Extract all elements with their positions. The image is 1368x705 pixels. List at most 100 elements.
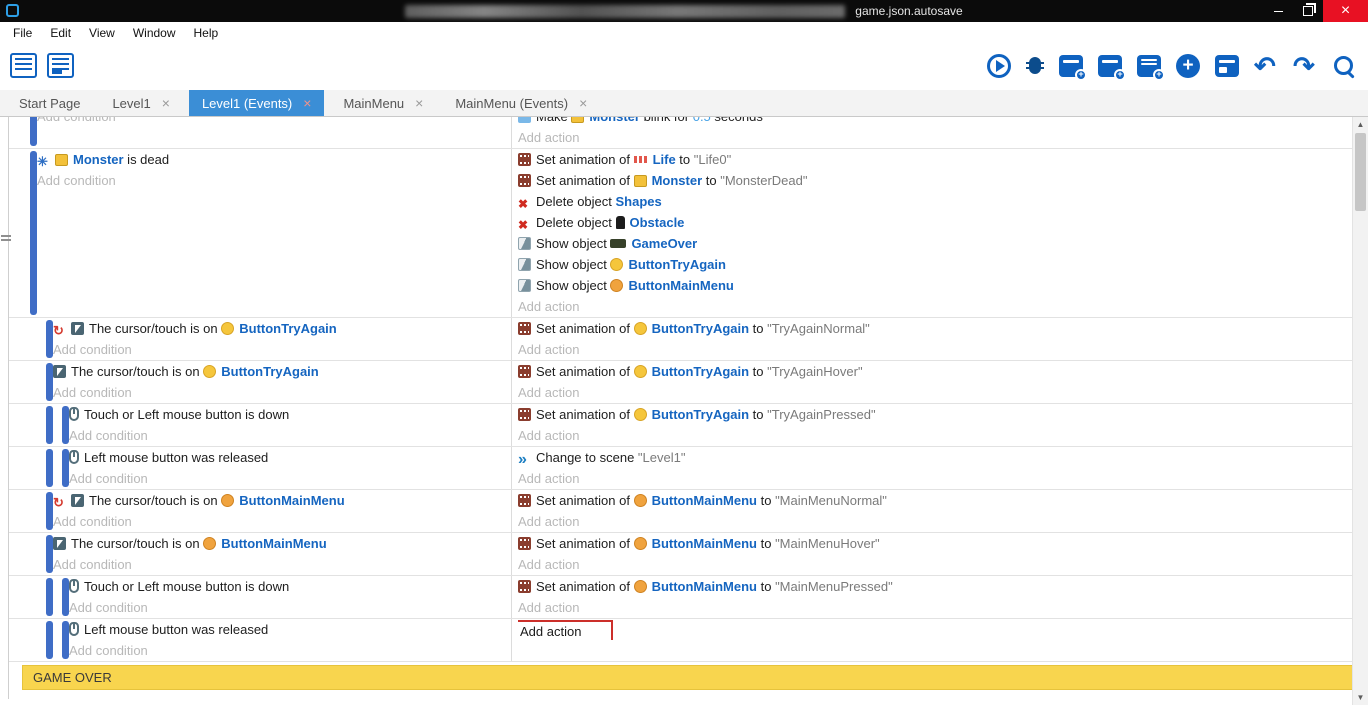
conditions-cell[interactable]: Touch or Left mouse button is down Add co… bbox=[8, 404, 512, 446]
condition[interactable]: The cursor/touch is on ButtonTryAgain bbox=[53, 361, 511, 382]
conditions-cell[interactable]: The cursor/touch is on ButtonTryAgain Add… bbox=[8, 318, 512, 360]
event-row[interactable]: Touch or Left mouse button is downAdd co… bbox=[8, 576, 1352, 619]
add-action-button-highlighted[interactable]: Add action bbox=[518, 620, 613, 640]
event-row[interactable]: Left mouse button was released Add condit… bbox=[8, 619, 1352, 662]
event-row[interactable]: The cursor/touch is on ButtonTryAgain Add… bbox=[8, 361, 1352, 404]
vertical-scrollbar[interactable] bbox=[1352, 117, 1368, 705]
projects-panel-icon[interactable] bbox=[1215, 55, 1239, 77]
actions-cell[interactable]: Set animation of ButtonTryAgain to "TryA… bbox=[512, 361, 1352, 403]
debugger-icon[interactable] bbox=[1026, 54, 1044, 78]
menu-file[interactable]: File bbox=[4, 22, 41, 44]
action[interactable]: Show object GameOver bbox=[518, 233, 1352, 254]
add-action-button[interactable]: Add action bbox=[518, 514, 579, 529]
add-external-layout-icon[interactable]: + bbox=[1137, 55, 1161, 77]
tab-close-icon[interactable] bbox=[579, 96, 587, 110]
tab-close-icon[interactable] bbox=[162, 96, 170, 110]
action[interactable]: Set animation of ButtonMainMenu to "Main… bbox=[518, 533, 1352, 554]
menu-edit[interactable]: Edit bbox=[41, 22, 80, 44]
add-condition-button[interactable]: Add condition bbox=[69, 643, 148, 658]
tab-level1[interactable]: Level1 bbox=[99, 90, 183, 116]
conditions-cell[interactable]: The cursor/touch is on ButtonMainMenu Add… bbox=[8, 533, 512, 575]
add-resource-icon[interactable] bbox=[1176, 54, 1200, 78]
conditions-cell[interactable]: Monster is dead Add condition bbox=[8, 149, 512, 317]
event-row[interactable]: The cursor/touch is on ButtonTryAgain Add… bbox=[8, 318, 1352, 361]
action[interactable]: Set animation of Life to "Life0" bbox=[518, 149, 1352, 170]
actions-cell[interactable]: Set animation of ButtonMainMenu to "Main… bbox=[512, 533, 1352, 575]
minimize-button[interactable] bbox=[1263, 0, 1293, 22]
action[interactable]: Delete object Shapes bbox=[518, 191, 1352, 212]
add-action-button[interactable]: Add action bbox=[518, 385, 579, 400]
add-action-button[interactable]: Add action bbox=[518, 299, 579, 314]
scroll-down-icon[interactable] bbox=[1353, 690, 1368, 705]
menu-view[interactable]: View bbox=[80, 22, 124, 44]
action[interactable]: Set animation of ButtonMainMenu to "Main… bbox=[518, 490, 1352, 511]
add-condition-button[interactable]: Add condition bbox=[69, 428, 148, 443]
conditions-cell[interactable]: Left mouse button was released Add condit… bbox=[8, 619, 512, 661]
tab-start-page[interactable]: Start Page bbox=[6, 90, 93, 116]
add-action-button[interactable]: Add action bbox=[518, 130, 579, 145]
action[interactable]: Show object ButtonTryAgain bbox=[518, 254, 1352, 275]
scroll-up-icon[interactable] bbox=[1353, 117, 1368, 132]
actions-cell[interactable]: Set animation of ButtonTryAgain to "TryA… bbox=[512, 404, 1352, 446]
restore-button[interactable] bbox=[1293, 0, 1323, 22]
close-button[interactable] bbox=[1323, 0, 1368, 22]
actions-cell[interactable]: Set animation of ButtonMainMenu to "Main… bbox=[512, 576, 1352, 618]
condition[interactable]: The cursor/touch is on ButtonMainMenu bbox=[53, 490, 511, 511]
event-row[interactable]: Left mouse button was released Add condit… bbox=[8, 447, 1352, 490]
actions-cell[interactable]: Set animation of ButtonTryAgain to "TryA… bbox=[512, 318, 1352, 360]
add-condition-button[interactable]: Add condition bbox=[69, 471, 148, 486]
redo-icon[interactable] bbox=[1293, 54, 1317, 78]
collapse-event-icon[interactable] bbox=[1, 235, 11, 241]
start-page-icon[interactable] bbox=[47, 53, 74, 78]
action[interactable]: Set animation of Monster to "MonsterDead… bbox=[518, 170, 1352, 191]
action[interactable]: Set animation of ButtonMainMenu to "Main… bbox=[518, 576, 1352, 597]
condition[interactable]: Monster is dead bbox=[37, 149, 511, 170]
add-condition-button[interactable]: Add condition bbox=[53, 385, 132, 400]
add-condition-button[interactable]: Add condition bbox=[37, 173, 116, 188]
add-condition-button[interactable]: Add condition bbox=[37, 116, 116, 124]
action[interactable]: Delete object Obstacle bbox=[518, 212, 1352, 233]
menu-window[interactable]: Window bbox=[124, 22, 185, 44]
add-condition-button[interactable]: Add condition bbox=[53, 557, 132, 572]
tab-close-icon[interactable] bbox=[303, 96, 311, 110]
condition[interactable]: Left mouse button was released bbox=[69, 447, 511, 468]
comment-event[interactable]: GAME OVER bbox=[22, 665, 1368, 690]
tab-mainmenu[interactable]: MainMenu bbox=[330, 90, 436, 116]
add-scene-icon[interactable]: + bbox=[1059, 55, 1083, 77]
action[interactable]: Set animation of ButtonTryAgain to "TryA… bbox=[518, 404, 1352, 425]
event-row[interactable]: Add condition Make Monster blink for 0.5 … bbox=[8, 116, 1352, 149]
actions-cell[interactable]: Make Monster blink for 0.5 seconds Add ac… bbox=[512, 116, 1352, 148]
conditions-cell[interactable]: Touch or Left mouse button is downAdd co… bbox=[8, 576, 512, 618]
condition[interactable]: Left mouse button was released bbox=[69, 619, 511, 640]
actions-cell[interactable]: Set animation of ButtonMainMenu to "Main… bbox=[512, 490, 1352, 532]
event-row[interactable]: The cursor/touch is on ButtonMainMenu Add… bbox=[8, 533, 1352, 576]
condition[interactable]: Touch or Left mouse button is down bbox=[69, 576, 511, 597]
actions-cell[interactable]: Change to scene "Level1" Add action bbox=[512, 447, 1352, 489]
condition[interactable]: The cursor/touch is on ButtonTryAgain bbox=[53, 318, 511, 339]
add-action-button[interactable]: Add action bbox=[518, 600, 579, 615]
project-manager-icon[interactable] bbox=[10, 53, 37, 78]
tab-close-icon[interactable] bbox=[415, 96, 423, 110]
add-action-button[interactable]: Add action bbox=[518, 471, 579, 486]
conditions-cell[interactable]: Add condition bbox=[8, 116, 512, 148]
scrollbar-thumb[interactable] bbox=[1355, 133, 1366, 211]
add-action-button[interactable]: Add action bbox=[518, 557, 579, 572]
condition[interactable]: Touch or Left mouse button is down bbox=[69, 404, 511, 425]
action[interactable]: Change to scene "Level1" bbox=[518, 447, 1352, 468]
conditions-cell[interactable]: The cursor/touch is on ButtonMainMenu Add… bbox=[8, 490, 512, 532]
condition[interactable]: The cursor/touch is on ButtonMainMenu bbox=[53, 533, 511, 554]
actions-cell[interactable]: Add action bbox=[512, 619, 1352, 661]
event-row[interactable]: The cursor/touch is on ButtonMainMenu Add… bbox=[8, 490, 1352, 533]
tab-mainmenu-events[interactable]: MainMenu (Events) bbox=[442, 90, 600, 116]
add-external-events-icon[interactable]: + bbox=[1098, 55, 1122, 77]
action[interactable]: Make Monster blink for 0.5 seconds bbox=[518, 116, 1352, 127]
actions-cell[interactable]: Set animation of Life to "Life0"Set anim… bbox=[512, 149, 1352, 317]
search-icon[interactable] bbox=[1332, 54, 1356, 78]
add-condition-button[interactable]: Add condition bbox=[53, 342, 132, 357]
event-row[interactable]: Touch or Left mouse button is down Add co… bbox=[8, 404, 1352, 447]
action[interactable]: Set animation of ButtonTryAgain to "TryA… bbox=[518, 361, 1352, 382]
action[interactable]: Set animation of ButtonTryAgain to "TryA… bbox=[518, 318, 1352, 339]
add-condition-button[interactable]: Add condition bbox=[53, 514, 132, 529]
menu-help[interactable]: Help bbox=[185, 22, 228, 44]
undo-icon[interactable] bbox=[1254, 54, 1278, 78]
